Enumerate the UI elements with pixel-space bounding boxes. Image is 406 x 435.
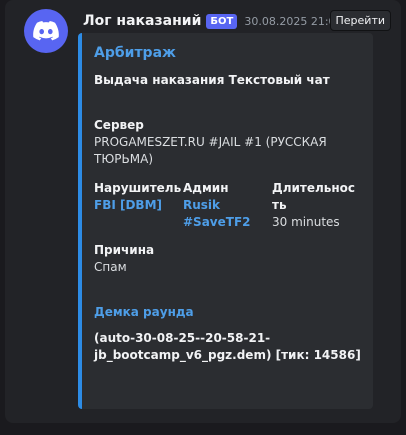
field-admin: Админ Rusik #SaveTF2: [183, 180, 272, 231]
field-server-name: Сервер: [94, 118, 144, 132]
inline-fields-row: Нарушитель FBI [DBM] Админ Rusik #SaveTF…: [94, 180, 361, 231]
bot-badge: БОТ: [206, 13, 238, 29]
field-server-value: PROGAMESZET.RU #JAIL #1 (РУССКАЯ ТЮРЬМА): [94, 135, 327, 166]
field-reason-value: Спам: [94, 260, 127, 274]
field-duration-name: Длительность: [272, 181, 356, 212]
admin-link[interactable]: Rusik #SaveTF2: [183, 197, 272, 231]
field-duration: Длительность 30 minutes: [272, 180, 361, 231]
field-reason: Причина Спам: [94, 242, 361, 276]
bot-avatar[interactable]: [24, 9, 68, 53]
username[interactable]: Лог наказаний: [83, 13, 201, 29]
field-offender: Нарушитель FBI [DBM]: [94, 180, 183, 231]
timestamp: 30.08.2025 21:02: [244, 14, 343, 28]
discord-logo-icon: [33, 21, 59, 41]
field-server: Сервер PROGAMESZET.RU #JAIL #1 (РУССКАЯ …: [94, 117, 361, 168]
field-duration-value: 30 minutes: [272, 215, 340, 229]
embed-description: Выдача наказания Текстовый чат: [94, 73, 330, 87]
demo-title-link[interactable]: Демка раунда: [94, 304, 361, 321]
demo-filename: (auto-30-08-25--20-58-21-jb_bootcamp_v6_…: [94, 331, 361, 362]
field-admin-name: Админ: [183, 181, 229, 195]
embed-card: Арбитраж Выдача наказания Текстовый чат …: [78, 33, 373, 409]
field-reason-name: Причина: [94, 243, 155, 257]
embed-title: Арбитраж: [94, 45, 176, 61]
goto-button[interactable]: Перейти: [329, 10, 391, 31]
message-card: Лог наказаний БОТ 30.08.2025 21:02 Перей…: [5, 0, 401, 423]
field-offender-name: Нарушитель: [94, 181, 182, 195]
offender-link[interactable]: FBI [DBM]: [94, 197, 183, 214]
message-header: Лог наказаний БОТ 30.08.2025 21:02: [83, 11, 343, 31]
